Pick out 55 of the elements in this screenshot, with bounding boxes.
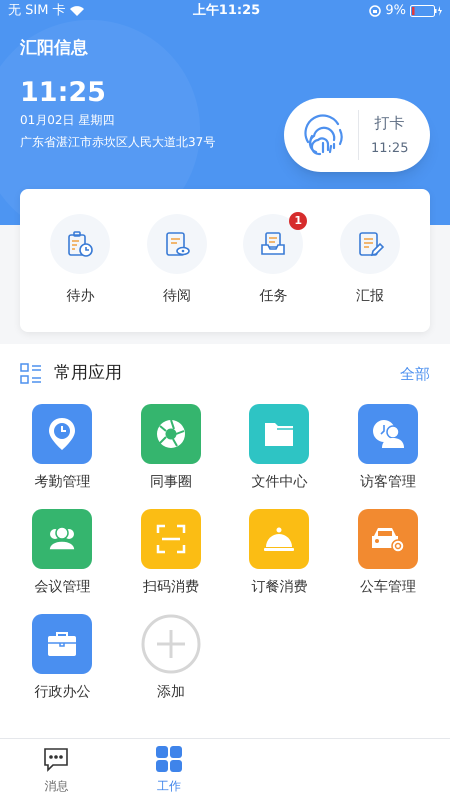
app-label: 文件中心	[251, 473, 308, 492]
app-label: 考勤管理	[34, 473, 90, 492]
scan-icon	[154, 523, 187, 555]
carrier-text: 无 SIM 卡	[8, 2, 66, 20]
current-time: 11:25	[20, 76, 107, 110]
rotation-lock-icon	[369, 5, 382, 17]
app-label: 订餐消费	[251, 578, 308, 597]
briefcase-icon	[46, 630, 78, 658]
shortcut-item[interactable]: 待阅	[128, 214, 225, 307]
clock-person-icon	[370, 418, 405, 450]
punch-label: 打卡	[374, 113, 405, 134]
app-item[interactable]: 添加	[116, 614, 225, 703]
app-item[interactable]: 会议管理	[8, 509, 116, 598]
app-label: 行政办公	[34, 683, 90, 702]
battery-percent: 9%	[385, 2, 406, 20]
shortcut-label: 汇报	[356, 287, 384, 306]
shortcut-label: 任务	[259, 287, 288, 306]
wifi-icon	[70, 6, 84, 16]
app-item[interactable]: 扫码消费	[116, 509, 225, 598]
app-item[interactable]: 考勤管理	[8, 404, 116, 493]
app-item[interactable]: 行政办公	[8, 614, 116, 703]
shortcut-label: 待阅	[162, 287, 191, 306]
food-cover-icon	[262, 525, 296, 553]
app-item[interactable]: 访客管理	[334, 404, 442, 493]
app-label: 同事圈	[150, 473, 192, 492]
nav-tab[interactable]: 工作	[112, 739, 225, 800]
aperture-icon	[154, 418, 187, 450]
status-time: 上午11:25	[192, 2, 260, 20]
app-label: 访客管理	[360, 473, 416, 492]
app-item[interactable]: 文件中心	[225, 404, 334, 493]
punch-time: 11:25	[371, 140, 408, 158]
clipboard-clock-icon	[65, 229, 96, 259]
date-text: 01月02日 星期四	[20, 112, 116, 130]
punch-button[interactable]: 打卡 11:25	[284, 98, 430, 172]
app-label: 添加	[156, 683, 185, 702]
nav-tab[interactable]: 消息	[0, 739, 112, 800]
shortcut-item[interactable]: 1 任务	[225, 214, 322, 307]
company-name: 汇阳信息	[20, 37, 89, 60]
app-label: 会议管理	[34, 578, 90, 597]
list-grid-icon	[20, 363, 42, 385]
battery-icon	[410, 5, 442, 17]
add-icon	[140, 614, 201, 674]
app-label: 扫码消费	[142, 578, 199, 597]
shortcut-label: 待办	[66, 287, 94, 306]
address-text: 广东省湛江市赤坎区人民大道北37号	[20, 134, 216, 152]
shortcut-item[interactable]: 待办	[32, 214, 128, 307]
section-title: 常用应用	[54, 362, 122, 386]
app-label: 公车管理	[360, 578, 416, 597]
app-item[interactable]: 同事圈	[116, 404, 225, 493]
count-badge: 1	[289, 212, 308, 230]
app-item[interactable]: 公车管理	[334, 509, 442, 598]
folder-icon	[263, 420, 296, 448]
app-item[interactable]: 订餐消费	[225, 509, 334, 598]
shortcut-item[interactable]: 汇报	[322, 214, 418, 307]
grid-icon	[154, 744, 183, 772]
